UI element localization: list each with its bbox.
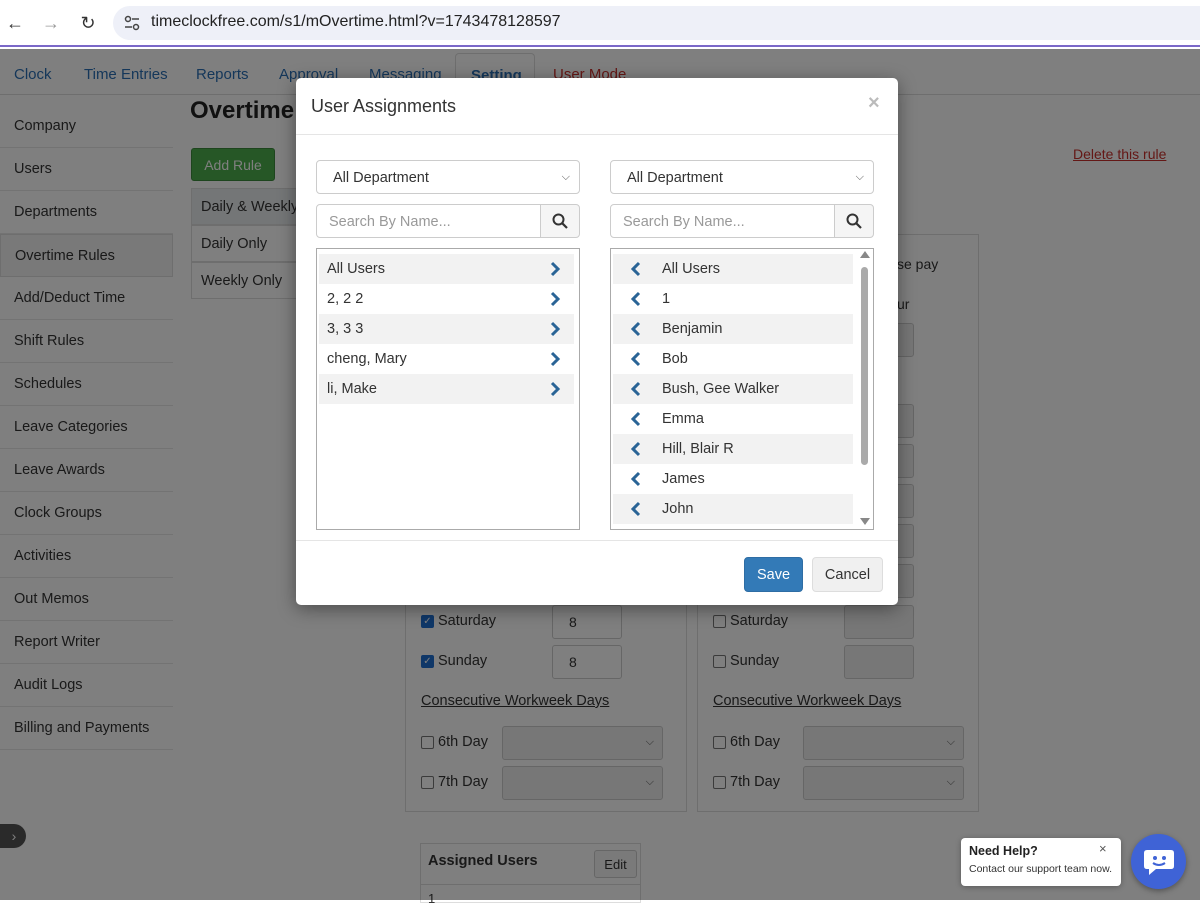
help-bubble[interactable]: Need Help? Contact our support team now.… [961,838,1121,886]
chevron-left-icon[interactable] [629,260,643,278]
chevron-down-icon: ⌵ [561,171,570,183]
search-icon [846,213,862,229]
search-icon [552,213,568,229]
chevron-left-icon[interactable] [629,290,643,308]
list-item[interactable]: James [613,464,853,494]
address-bar[interactable]: timeclockfree.com/s1/mOvertime.html?v=17… [113,6,1200,40]
site-settings-icon[interactable] [123,14,141,32]
list-item[interactable]: 3, 3 3 [319,314,574,344]
list-item[interactable]: Bush, Gee Walker [613,374,853,404]
forward-icon[interactable]: → [39,11,63,35]
chat-support-button[interactable] [1131,834,1186,889]
help-subtitle: Contact our support team now. [969,863,1112,875]
reload-icon[interactable]: ↻ [76,11,100,35]
chevron-left-icon[interactable] [629,320,643,338]
right-search-button[interactable] [834,204,874,238]
chevron-left-icon[interactable] [629,500,643,518]
list-item[interactable]: cheng, Mary [319,344,574,374]
chevron-right-icon[interactable] [548,290,562,308]
save-button[interactable]: Save [744,557,803,592]
chevron-left-icon[interactable] [629,410,643,428]
back-icon[interactable]: ← [3,11,27,35]
right-search-group: Search By Name... [610,204,874,238]
user-assignments-modal: User Assignments × All Department ⌵ Sear… [296,78,898,605]
list-item[interactable]: 1 [613,284,853,314]
list-item[interactable]: John [613,494,853,524]
modal-footer: Save Cancel [296,540,898,605]
chevron-right-icon[interactable] [548,260,562,278]
chevron-left-icon[interactable] [629,440,643,458]
left-department-select[interactable]: All Department ⌵ [316,160,580,194]
chat-icon [1143,849,1174,875]
scroll-thumb[interactable] [861,267,868,465]
close-icon[interactable]: × [868,92,880,115]
list-item[interactable]: Emma [613,404,853,434]
left-search-button[interactable] [540,204,580,238]
chevron-left-icon[interactable] [629,470,643,488]
list-item[interactable]: Benjamin [613,314,853,344]
scroll-up-icon[interactable] [860,251,870,258]
left-search-group: Search By Name... [316,204,580,238]
modal-header: User Assignments × [296,78,898,135]
url-text: timeclockfree.com/s1/mOvertime.html?v=17… [151,13,561,30]
chevron-left-icon[interactable] [629,380,643,398]
right-search-input[interactable]: Search By Name... [610,204,835,238]
list-item[interactable]: Bob [613,344,853,374]
list-item[interactable]: Hill, Blair R [613,434,853,464]
available-users-list: All Users 2, 2 2 3, 3 3 cheng, Mary li, … [316,248,580,530]
chevron-left-icon[interactable] [629,350,643,368]
list-item[interactable]: All Users [613,254,853,284]
scroll-down-icon[interactable] [860,518,870,525]
list-scrollbar[interactable] [857,249,873,529]
chevron-right-icon[interactable] [548,380,562,398]
cancel-button[interactable]: Cancel [812,557,883,592]
list-item[interactable]: All Users [319,254,574,284]
list-item[interactable]: 2, 2 2 [319,284,574,314]
chevron-right-icon[interactable] [548,350,562,368]
modal-title: User Assignments [311,96,457,116]
chevron-right-icon[interactable] [548,320,562,338]
left-search-input[interactable]: Search By Name... [316,204,541,238]
close-icon[interactable]: × [1099,841,1107,856]
browser-toolbar: ← → ↻ timeclockfree.com/s1/mOvertime.htm… [0,0,1200,47]
list-item[interactable]: li, Make [319,374,574,404]
help-title: Need Help? [969,844,1038,858]
right-department-select[interactable]: All Department ⌵ [610,160,874,194]
chevron-down-icon: ⌵ [855,171,864,183]
assigned-users-list[interactable]: All Users 1 Benjamin Bob Bush, Gee Walke… [610,248,874,530]
